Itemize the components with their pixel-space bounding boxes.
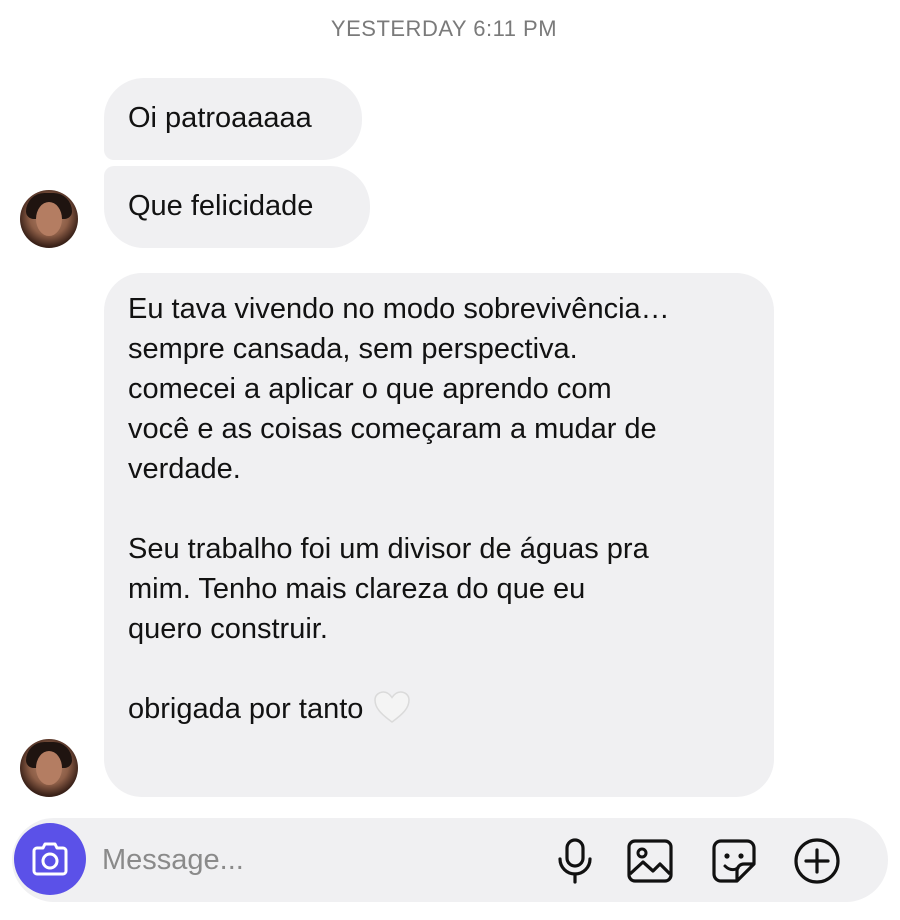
message-input[interactable] [102,840,522,880]
camera-icon [32,842,68,876]
sender-avatar[interactable] [20,190,78,248]
message-bubble[interactable]: Que felicidade [104,166,370,248]
white-heart-icon [373,690,411,724]
microphone-icon [558,838,592,884]
sticker-button[interactable] [709,836,759,886]
gallery-button[interactable] [625,836,675,886]
plus-icon [794,838,840,884]
gallery-icon [627,839,673,883]
message-line: obrigada por tanto [128,693,364,725]
message-line: Seu trabalho foi um divisor de águas pra [128,533,649,565]
sender-avatar[interactable] [20,739,78,797]
message-text: Que felicidade [128,190,314,222]
message-bubble[interactable]: Oi patroaaaaa [104,78,362,160]
message-line: comecei a aplicar o que aprendo com [128,373,612,405]
more-options-button[interactable] [792,836,842,886]
chat-thread: YESTERDAY 6:11 PM Oi patroaaaaa Que feli… [0,0,900,920]
microphone-button[interactable] [550,836,600,886]
sticker-icon [712,839,756,883]
message-composer [12,818,888,902]
message-line-with-emoji: obrigada por tanto [128,689,750,729]
message-line: você e as coisas começaram a mudar de [128,413,657,445]
message-text: Oi patroaaaaa [128,102,312,134]
message-line: verdade. [128,453,241,485]
message-timestamp: YESTERDAY 6:11 PM [330,16,558,41]
message-line: quero construir. [128,613,328,645]
camera-button[interactable] [14,823,86,895]
message-line: Eu tava vivendo no modo sobrevivência… [128,293,670,325]
message-bubble[interactable]: Eu tava vivendo no modo sobrevivência… s… [104,273,774,797]
message-line: mim. Tenho mais clareza do que eu [128,573,586,605]
message-line: sempre cansada, sem perspectiva. [128,333,578,365]
